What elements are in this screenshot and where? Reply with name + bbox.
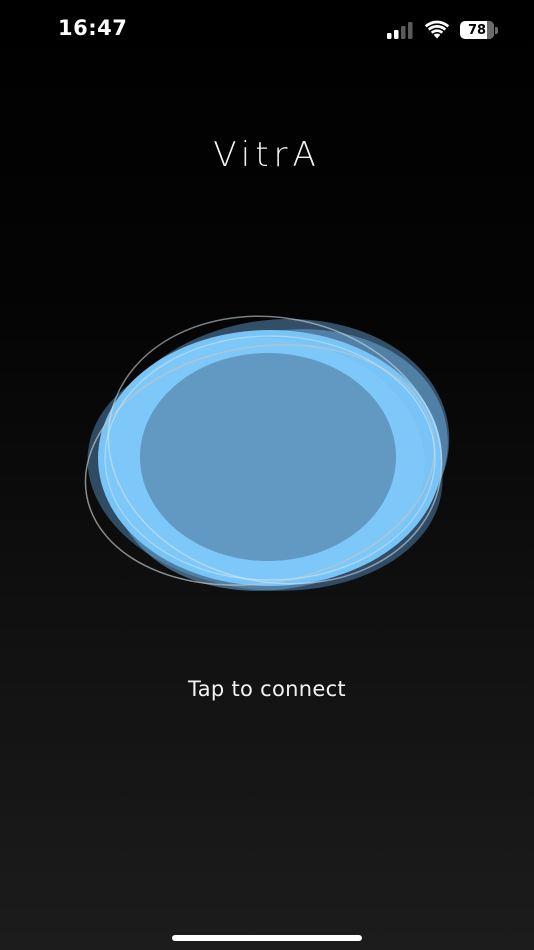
- status-icons: 78: [386, 18, 498, 42]
- connect-orb-graphic: [84, 315, 450, 591]
- battery-icon: 78: [460, 21, 498, 39]
- wifi-icon: [424, 20, 450, 39]
- home-indicator[interactable]: [172, 935, 362, 941]
- orb-center: [140, 353, 396, 561]
- battery-body: 78: [460, 21, 494, 39]
- cellular-signal-icon: [387, 22, 413, 39]
- status-time: 16:47: [58, 16, 128, 40]
- battery-tip: [495, 26, 498, 34]
- tap-to-connect-label[interactable]: Tap to connect: [0, 677, 534, 701]
- battery-level: 78: [467, 22, 487, 38]
- status-bar: 16:47 78: [0, 0, 534, 60]
- app-logo: VitrA: [213, 135, 321, 175]
- connect-orb-button[interactable]: [70, 300, 470, 620]
